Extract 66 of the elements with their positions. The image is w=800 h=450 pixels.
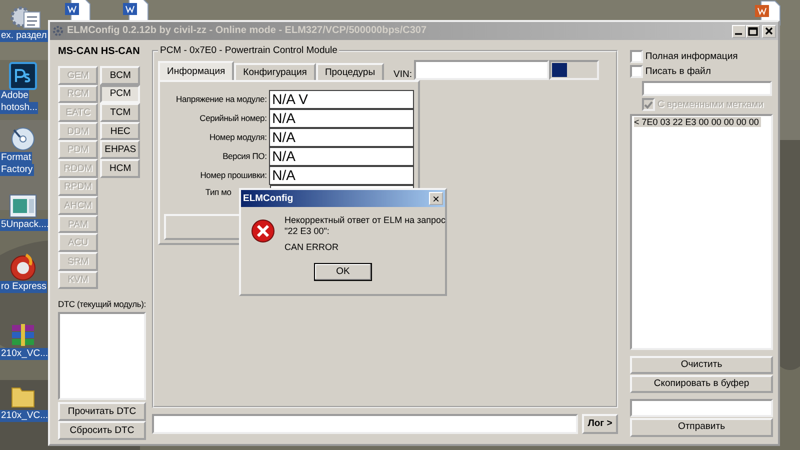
ok-button[interactable]: OK bbox=[314, 262, 372, 281]
checkbox[interactable] bbox=[630, 65, 643, 78]
module-button[interactable]: HEC bbox=[100, 122, 140, 140]
disc-icon[interactable] bbox=[8, 253, 38, 281]
field-value: N/A bbox=[269, 109, 414, 128]
icon-label[interactable]: Adobe bbox=[0, 90, 30, 102]
field-label: Тип мо bbox=[204, 186, 232, 198]
close-button[interactable] bbox=[762, 24, 776, 38]
module-button[interactable]: HCM bbox=[100, 158, 140, 178]
vin-label: VIN: bbox=[394, 68, 412, 80]
field-label: Версия ПО: bbox=[222, 151, 267, 162]
log-action-button[interactable]: Очистить bbox=[630, 356, 773, 374]
field-label: Номер модуля: bbox=[208, 132, 267, 143]
icon-label[interactable]: 210x_VC... bbox=[0, 348, 49, 360]
field-label: Серийный номер: bbox=[198, 113, 267, 124]
field-label: Номер прошивки: bbox=[199, 170, 267, 181]
window-icon[interactable] bbox=[8, 193, 38, 219]
maximize-button[interactable] bbox=[746, 24, 760, 38]
send-field[interactable] bbox=[630, 398, 773, 416]
file-field[interactable] bbox=[642, 80, 772, 96]
window-title: ELMConfig 0.2.12b by civil-zz - Online mode - ELM327/VCP/500000bps/C307 bbox=[67, 25, 427, 37]
command-field[interactable] bbox=[152, 414, 578, 434]
checkbox-label: Писать в файл bbox=[645, 66, 711, 78]
module-button[interactable]: BCM bbox=[100, 66, 140, 85]
dialog-title: ELMConfig bbox=[243, 192, 294, 204]
field-value: N/A bbox=[269, 147, 414, 166]
check-icon bbox=[644, 100, 653, 109]
field-value: N/A bbox=[269, 166, 414, 185]
dtc-label: DTC (текущий модуль): bbox=[58, 299, 146, 310]
icon-label[interactable]: ro Express bbox=[0, 281, 48, 293]
group-label: MS-CAN bbox=[57, 46, 99, 58]
icon-label[interactable]: 210x_VC... bbox=[0, 410, 49, 422]
close-button[interactable]: × bbox=[429, 192, 443, 205]
module-button[interactable]: EHPAS bbox=[100, 140, 140, 159]
icon-label[interactable]: Factory bbox=[0, 164, 34, 176]
vin-field[interactable] bbox=[414, 60, 550, 80]
dialog-message: Некорректный ответ от ELM на запрос "22 E3 00": bbox=[284, 215, 446, 237]
icon-label[interactable]: Format bbox=[0, 152, 32, 164]
error-detail: CAN ERROR bbox=[284, 242, 339, 253]
dtc-button[interactable]: Прочитать DTC bbox=[58, 402, 146, 422]
photoshop-icon[interactable] bbox=[8, 62, 38, 90]
field-label: Напряжение на модуле: bbox=[175, 94, 267, 105]
send-button[interactable]: Отправить bbox=[630, 418, 773, 436]
checkbox-label: Полная информация bbox=[645, 50, 738, 62]
group-title: PCM - 0x7E0 - Powertrain Control Module bbox=[158, 45, 340, 56]
gear-icon[interactable] bbox=[8, 4, 42, 30]
field-value: N/A bbox=[269, 128, 414, 147]
field-value: N/A V bbox=[269, 90, 414, 109]
dtc-button[interactable]: Сбросить DTC bbox=[58, 421, 146, 440]
module-button[interactable]: PCM bbox=[100, 84, 140, 104]
log-button[interactable]: Лог > bbox=[582, 414, 618, 434]
tab[interactable]: Информация bbox=[158, 61, 234, 80]
minimize-button[interactable] bbox=[732, 24, 746, 38]
module-button[interactable]: TCM bbox=[100, 103, 140, 122]
maximize-icon bbox=[748, 26, 758, 36]
group-label: HS-CAN bbox=[100, 46, 141, 58]
minimize-icon bbox=[735, 33, 742, 35]
tab[interactable]: Конфигурация bbox=[234, 63, 316, 80]
icon-label[interactable]: ех. раздел bbox=[0, 30, 48, 42]
icon-label[interactable]: 5Unpack.... bbox=[0, 219, 50, 231]
icon-label[interactable]: hotosh... bbox=[0, 102, 38, 114]
log-action-button[interactable]: Скопировать в буфер bbox=[630, 374, 773, 392]
close-icon bbox=[765, 27, 773, 35]
error-icon bbox=[251, 219, 275, 243]
tab[interactable]: Процедуры bbox=[316, 63, 384, 80]
checkbox[interactable] bbox=[630, 50, 643, 63]
